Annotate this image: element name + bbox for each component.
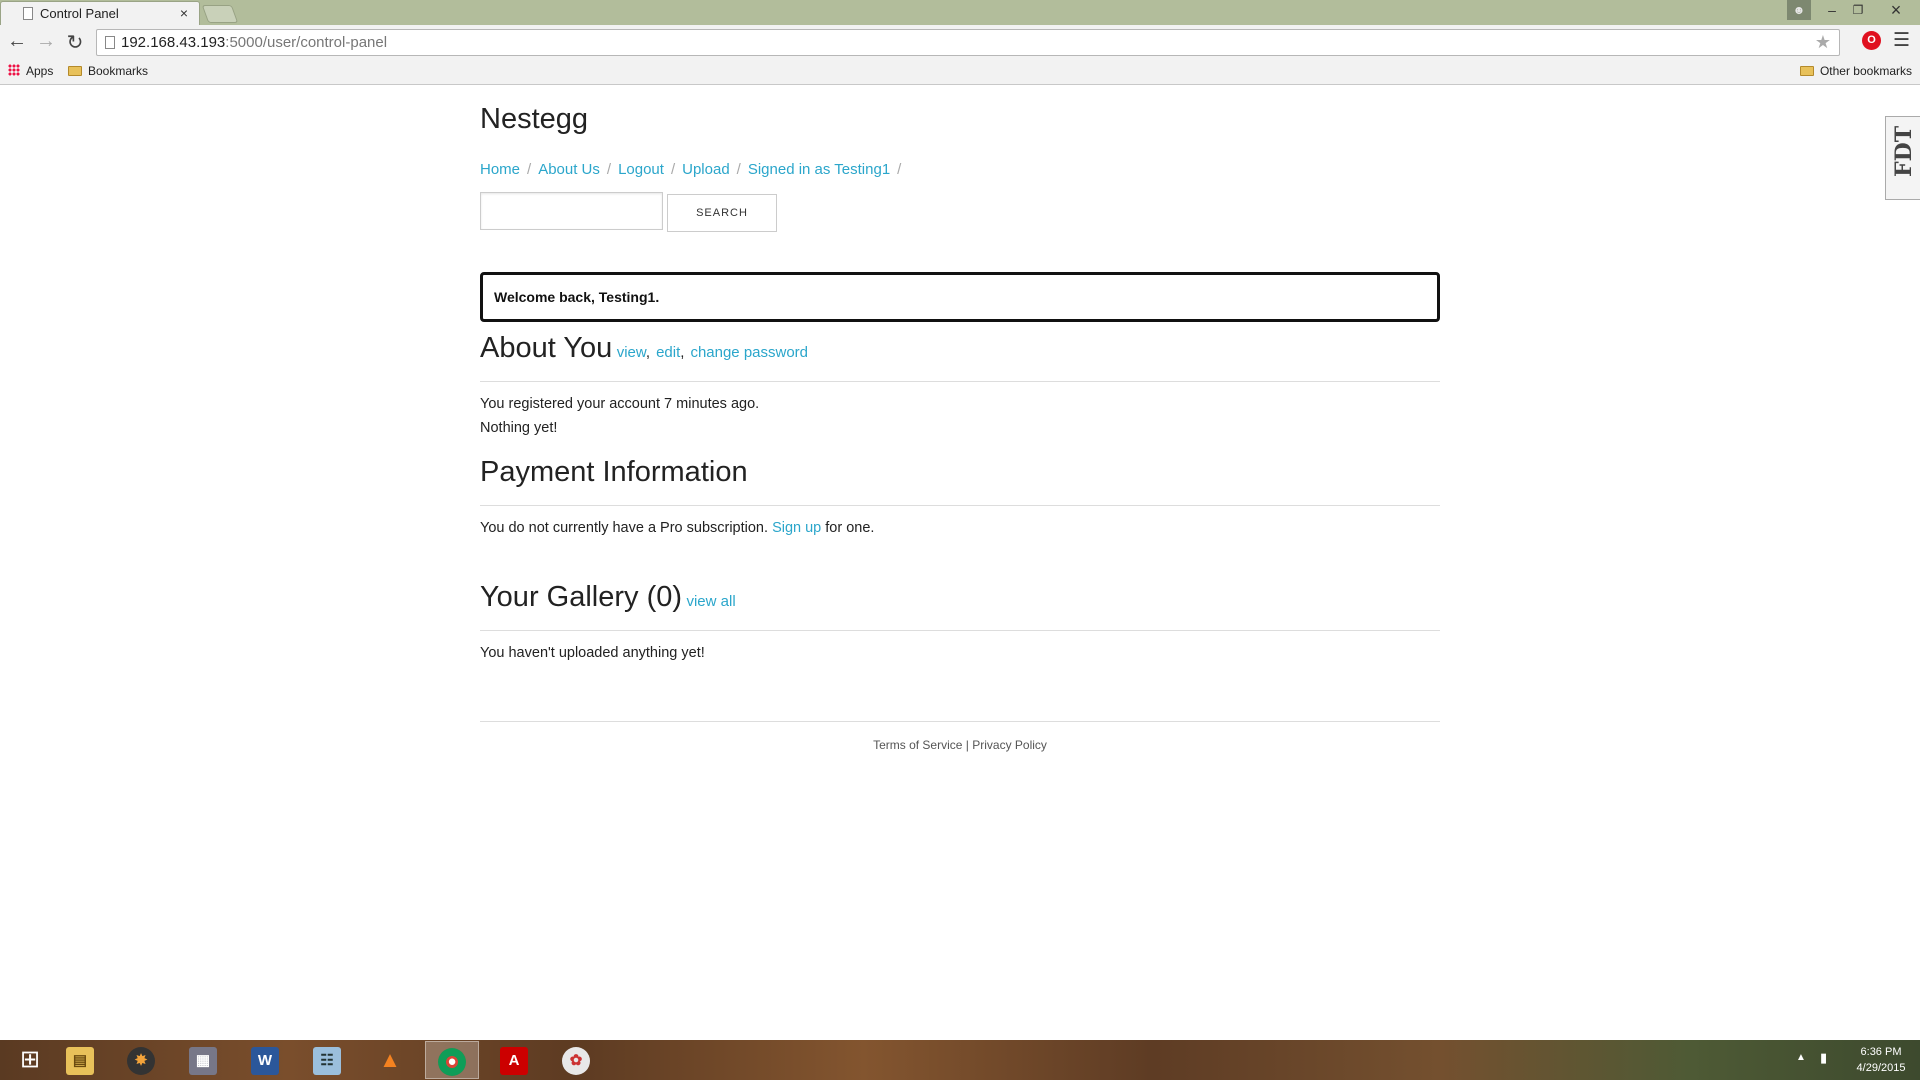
- bookmarks-bar: Apps Bookmarks Other bookmarks: [0, 60, 1920, 85]
- privacy-link[interactable]: Privacy Policy: [972, 738, 1047, 752]
- tab-control-panel[interactable]: Control Panel ×: [0, 1, 200, 25]
- page-footer: Terms of Service | Privacy Policy: [480, 721, 1440, 752]
- apps-grid-icon: [8, 64, 20, 76]
- breadcrumb-nav: Home / About Us / Logout / Upload / Signed in as…: [480, 161, 908, 178]
- nav-signed-in-link[interactable]: Signed in as Testing1: [748, 161, 890, 178]
- network-app-icon[interactable]: ▦: [176, 1041, 230, 1079]
- search-input[interactable]: [480, 192, 663, 230]
- breadcrumb-separator: /: [897, 161, 902, 178]
- page-icon: [105, 36, 115, 49]
- bookmark-star-icon[interactable]: ★: [1815, 32, 1831, 53]
- payment-header: Payment Information: [480, 456, 1440, 506]
- nothing-yet-text: Nothing yet!: [480, 420, 558, 436]
- vlc-icon[interactable]: ▲: [363, 1041, 417, 1079]
- apps-label: Apps: [26, 64, 54, 78]
- pro-text-before: You do not currently have a Pro subscrip…: [480, 520, 769, 536]
- about-you-header: About You view, edit, change password: [480, 332, 1440, 382]
- minimize-button[interactable]: –: [1820, 0, 1844, 20]
- welcome-alert: Welcome back, Testing1.: [480, 272, 1440, 322]
- network-signal-icon[interactable]: ▮: [1820, 1050, 1827, 1066]
- word-icon[interactable]: W: [238, 1041, 292, 1079]
- chrome-icon[interactable]: ●: [425, 1041, 479, 1079]
- comma: ,: [645, 344, 651, 361]
- site-title: Nestegg: [480, 103, 589, 135]
- opera-extension-icon[interactable]: O: [1862, 31, 1881, 50]
- payment-heading: Payment Information: [480, 456, 748, 488]
- browser-titlebar: Control Panel × ☻ – ❐ ×: [0, 0, 1920, 25]
- clock-time: 6:36 PM: [1860, 1046, 1902, 1058]
- user-profile-icon[interactable]: ☻: [1787, 0, 1811, 20]
- page-favicon-icon: [23, 7, 33, 20]
- close-tab-icon[interactable]: ×: [180, 5, 188, 21]
- bookmarks-folder[interactable]: Bookmarks: [68, 64, 148, 78]
- apps-bookmark[interactable]: Apps: [8, 64, 53, 78]
- nav-about-us-link[interactable]: About Us: [538, 161, 600, 178]
- back-arrow-icon[interactable]: ←: [5, 30, 29, 53]
- footer-separator: |: [965, 738, 969, 752]
- other-bookmarks-folder[interactable]: Other bookmarks: [1799, 64, 1912, 78]
- url-text: 192.168.43.193:5000/user/control-panel: [121, 34, 387, 51]
- page-content: Nestegg Home / About Us / Logout / Upload / Sign…: [0, 86, 1920, 1040]
- sign-up-link[interactable]: Sign up: [772, 520, 821, 536]
- acrobat-icon[interactable]: A: [487, 1041, 541, 1079]
- folder-icon: [68, 66, 82, 76]
- pro-subscription-text: You do not currently have a Pro subscrip…: [480, 520, 874, 536]
- comma: ,: [680, 344, 685, 361]
- url-host: 192.168.43.193: [121, 34, 226, 51]
- search-button[interactable]: SEARCH: [667, 194, 777, 232]
- show-hidden-icons-icon[interactable]: ▲: [1796, 1052, 1806, 1063]
- browser-toolbar: ← → ↻ 192.168.43.193:5000/user/control-p…: [0, 25, 1920, 60]
- fdt-label: FDT: [1891, 125, 1917, 177]
- windows-start-icon[interactable]: ⊞: [3, 1041, 57, 1079]
- media-app-icon[interactable]: ✸: [114, 1041, 168, 1079]
- breadcrumb-separator: /: [736, 161, 741, 178]
- new-tab-button[interactable]: [201, 5, 239, 23]
- fdt-side-tab[interactable]: FDT: [1885, 116, 1920, 200]
- bookmarks-label: Bookmarks: [88, 64, 149, 78]
- system-clock[interactable]: 6:36 PM 4/29/2015: [1848, 1044, 1914, 1076]
- address-bar[interactable]: 192.168.43.193:5000/user/control-panel ★: [96, 29, 1840, 56]
- nav-upload-link[interactable]: Upload: [682, 161, 730, 178]
- other-bookmarks-label: Other bookmarks: [1819, 64, 1912, 78]
- nav-home-link[interactable]: Home: [480, 161, 520, 178]
- nav-logout-link[interactable]: Logout: [618, 161, 664, 178]
- gallery-heading: Your Gallery (0): [480, 581, 683, 613]
- gallery-header: Your Gallery (0) view all: [480, 581, 1440, 631]
- url-path: :5000/user/control-panel: [225, 34, 388, 51]
- menu-icon[interactable]: ☰: [1893, 29, 1910, 52]
- registered-text: You registered your account 7 minutes ag…: [480, 396, 760, 412]
- about-you-heading: About You: [480, 332, 613, 364]
- folder-icon: [1799, 66, 1814, 76]
- gallery-view-all-link[interactable]: view all: [686, 593, 735, 610]
- terms-link[interactable]: Terms of Service: [873, 738, 962, 752]
- breadcrumb-separator: /: [670, 161, 676, 178]
- reload-icon[interactable]: ↻: [63, 30, 87, 55]
- about-edit-link[interactable]: edit: [656, 344, 680, 361]
- breadcrumb-separator: /: [527, 161, 532, 178]
- paint-icon[interactable]: ✿: [549, 1041, 603, 1079]
- pro-text-after: for one.: [825, 520, 875, 536]
- restore-button[interactable]: ❐: [1846, 0, 1870, 20]
- clock-date: 4/29/2015: [1856, 1062, 1906, 1074]
- forward-arrow-icon[interactable]: →: [34, 30, 58, 53]
- tab-title: Control Panel: [40, 6, 119, 21]
- breadcrumb-separator: /: [606, 161, 612, 178]
- about-view-link[interactable]: view: [617, 344, 646, 361]
- close-window-button[interactable]: ×: [1880, 0, 1912, 20]
- gallery-empty-text: You haven't uploaded anything yet!: [480, 645, 705, 661]
- calculator-icon[interactable]: ☷: [300, 1041, 354, 1079]
- file-explorer-icon[interactable]: ▤: [53, 1041, 107, 1079]
- windows-taskbar: ⊞ ▤ ✸ ▦ W ☷ ▲ ● A ✿ ▲ ▮ 6:36 PM 4/29/201…: [0, 1040, 1920, 1080]
- change-password-link[interactable]: change password: [690, 344, 808, 361]
